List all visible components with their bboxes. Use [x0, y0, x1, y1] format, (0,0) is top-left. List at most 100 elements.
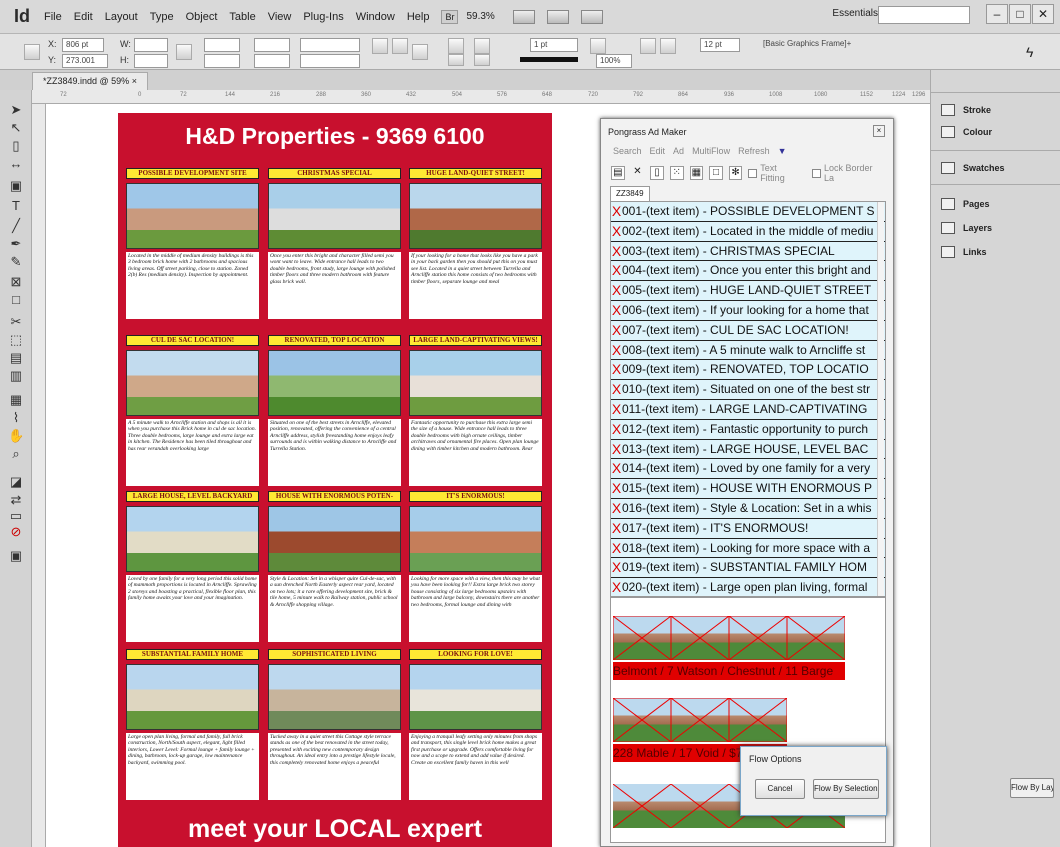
- thumbnail[interactable]: [613, 616, 671, 660]
- thumbnail[interactable]: [729, 698, 787, 742]
- document-icon[interactable]: ▤: [611, 166, 625, 180]
- thumbnail[interactable]: [729, 616, 787, 660]
- minimize-icon[interactable]: –: [986, 4, 1008, 24]
- delete-icon[interactable]: ✕: [631, 166, 645, 180]
- selection-tool-icon[interactable]: ➤: [8, 102, 24, 118]
- constrain-proportions-icon[interactable]: [176, 44, 192, 60]
- ad-maker-menu-ad[interactable]: Ad: [673, 146, 684, 156]
- panel-links[interactable]: Links: [941, 246, 987, 258]
- quick-apply-icon[interactable]: ϟ: [1026, 44, 1042, 60]
- pencil-tool-icon[interactable]: ✎: [8, 254, 24, 270]
- formatting-container-icon[interactable]: ▭: [8, 508, 24, 524]
- select-content-icon[interactable]: [448, 38, 464, 54]
- reference-point-icon[interactable]: [24, 44, 40, 60]
- menu-table[interactable]: Table: [229, 11, 255, 23]
- list-item[interactable]: X 013-(text item) - LARGE HOUSE, LEVEL BA…: [611, 440, 885, 460]
- cancel-button[interactable]: Cancel: [755, 779, 805, 799]
- page-icon[interactable]: ▯: [650, 166, 664, 180]
- w-field[interactable]: [134, 38, 168, 52]
- gap-tool-icon[interactable]: ↔: [8, 156, 24, 172]
- refresh-dropdown-icon[interactable]: ▼: [778, 146, 787, 156]
- flow-by-layer-button[interactable]: Flow By Layer: [1010, 778, 1054, 798]
- list-item[interactable]: X 010-(text item) - Situated on one of th…: [611, 380, 885, 400]
- vertical-ruler[interactable]: [32, 104, 46, 847]
- menu-help[interactable]: Help: [407, 11, 430, 23]
- shear-field[interactable]: [254, 54, 290, 68]
- list-item[interactable]: X 019-(text item) - SUBSTANTIAL FAMILY HO…: [611, 558, 885, 579]
- thumbnail[interactable]: [671, 616, 729, 660]
- menu-object[interactable]: Object: [186, 11, 218, 23]
- list-item[interactable]: X 008-(text item) - A 5 minute walk to Ar…: [611, 341, 885, 361]
- menu-view[interactable]: View: [268, 11, 292, 23]
- horizontal-ruler[interactable]: 72 0 72 144 216 288 360 432 504 576 648 …: [32, 90, 930, 104]
- property-ad[interactable]: HUGE LAND-QUIET STREET! If your looking f…: [409, 168, 542, 328]
- gradient-feather-tool-icon[interactable]: ▥: [8, 368, 24, 384]
- scissors-tool-icon[interactable]: ✂: [8, 314, 24, 330]
- note-tool-icon[interactable]: ▦: [8, 392, 24, 408]
- list-item[interactable]: X 018-(text item) - Looking for more spac…: [611, 539, 885, 559]
- help-search-input[interactable]: [878, 6, 970, 24]
- text-item-list[interactable]: X 001-(text item) - POSSIBLE DEVELOPMENT …: [610, 201, 886, 597]
- property-ad[interactable]: LARGE HOUSE, LEVEL BACKYARD Loved by one …: [126, 491, 259, 651]
- direct-selection-tool-icon[interactable]: ↖: [8, 120, 24, 136]
- ad-maker-menu-search[interactable]: Search: [613, 146, 642, 156]
- menu-window[interactable]: Window: [356, 11, 395, 23]
- shear-angle-field[interactable]: [300, 54, 360, 68]
- type-tool-icon[interactable]: T: [8, 198, 24, 214]
- thumbnail[interactable]: [613, 784, 671, 828]
- list-item[interactable]: X 002-(text item) - Located in the middle…: [611, 222, 885, 242]
- property-ad[interactable]: SOPHISTICATED LIVING Tucked away in a qui…: [268, 649, 401, 809]
- gradient-swatch-tool-icon[interactable]: ▤: [8, 350, 24, 366]
- ad-maker-tab[interactable]: ZZ3849: [610, 186, 650, 201]
- opacity-field[interactable]: 100%: [596, 54, 632, 68]
- rectangle-tool-icon[interactable]: □: [8, 292, 24, 308]
- list-item[interactable]: X 005-(text item) - HUGE LAND-QUIET STREE…: [611, 281, 885, 301]
- fit-content-icon[interactable]: [660, 38, 676, 54]
- menu-layout[interactable]: Layout: [105, 11, 138, 23]
- ad-maker-menu-refresh[interactable]: Refresh: [738, 146, 770, 156]
- free-transform-tool-icon[interactable]: ⬚: [8, 332, 24, 348]
- scale-y-field[interactable]: [204, 54, 240, 68]
- select-container-icon[interactable]: [412, 44, 428, 60]
- list-item[interactable]: X 006-(text item) - If your looking for a…: [611, 301, 885, 321]
- menu-plugins[interactable]: Plug-Ins: [303, 11, 343, 23]
- flip-icon[interactable]: [392, 38, 408, 54]
- frame-fitting-icon[interactable]: [640, 38, 656, 54]
- property-ad[interactable]: IT'S ENORMOUS! Looking for more space wit…: [409, 491, 542, 651]
- scale-x-field[interactable]: [204, 38, 240, 52]
- list-scrollbar[interactable]: [877, 202, 884, 596]
- ad-maker-menu-multiflow[interactable]: MultiFlow: [692, 146, 730, 156]
- fill-stroke-icon[interactable]: ◪: [8, 474, 24, 490]
- list-item[interactable]: X 012-(text item) - Fantastic opportunity…: [611, 420, 885, 440]
- property-ad[interactable]: RENOVATED, TOP LOCATION Situated on one o…: [268, 335, 401, 495]
- page-tool-icon[interactable]: ▯: [8, 138, 24, 154]
- document-tab[interactable]: *ZZ3849.indd @ 59% ×: [32, 72, 148, 90]
- lock-border-box[interactable]: [812, 168, 821, 178]
- thumbnail[interactable]: [787, 616, 845, 660]
- panel-swatches[interactable]: Swatches: [941, 162, 1005, 174]
- close-icon[interactable]: ×: [873, 125, 885, 137]
- frame-icon[interactable]: □: [709, 166, 723, 180]
- zoom-level[interactable]: 59.3%: [466, 11, 494, 22]
- gutter-field[interactable]: 12 pt: [700, 38, 740, 52]
- list-item[interactable]: X 004-(text item) - Once you enter this b…: [611, 261, 885, 282]
- x-field[interactable]: 806 pt: [62, 38, 104, 52]
- list-item[interactable]: X 003-(text item) - CHRISTMAS SPECIAL: [611, 242, 885, 262]
- zoom-tool-icon[interactable]: ⌕: [8, 446, 24, 462]
- panel-stroke[interactable]: Stroke: [941, 104, 991, 116]
- settings-icon[interactable]: ✻: [728, 166, 743, 180]
- content-collector-icon[interactable]: ▣: [8, 178, 24, 194]
- rotate-angle-field[interactable]: [300, 38, 360, 52]
- document-page[interactable]: H&D Properties - 9369 6100 POSSIBLE DEVE…: [118, 113, 552, 847]
- list-item[interactable]: X 016-(text item) - Style & Location: Set…: [611, 499, 885, 519]
- grid-icon[interactable]: ⁙: [669, 166, 684, 180]
- list-item[interactable]: X 009-(text item) - RENOVATED, TOP LOCATI…: [611, 360, 885, 381]
- property-ad[interactable]: LOOKING FOR LOVE! Enjoying a tranquil lea…: [409, 649, 542, 809]
- list-item[interactable]: X 007-(text item) - CUL DE SAC LOCATION!: [611, 321, 885, 341]
- panel-colour[interactable]: Colour: [941, 126, 992, 138]
- stroke-weight-field[interactable]: 1 pt: [530, 38, 578, 52]
- stroke-swatch-icon[interactable]: [474, 54, 490, 66]
- fill-swatch-icon[interactable]: [474, 38, 490, 54]
- ad-maker-menu-edit[interactable]: Edit: [650, 146, 666, 156]
- thumbnail[interactable]: [671, 698, 729, 742]
